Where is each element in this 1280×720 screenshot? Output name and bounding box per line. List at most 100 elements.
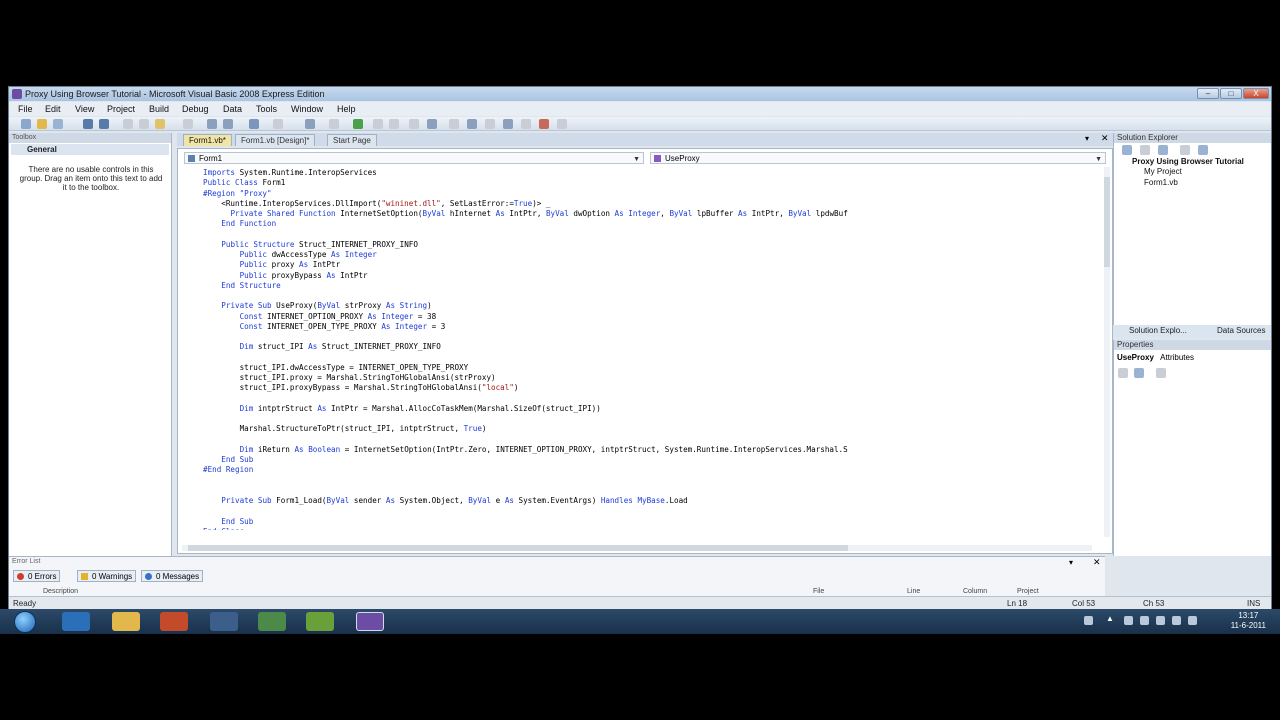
warnings-filter-button[interactable]: 0 Warnings [77,570,137,582]
alphabetical-icon[interactable] [1134,368,1144,378]
method-name-dropdown[interactable]: UseProxy ▼ [650,152,1106,164]
maximize-button[interactable]: □ [1220,88,1242,99]
solution-item-my-project[interactable]: My Project [1144,167,1182,176]
categorized-icon[interactable] [1118,368,1128,378]
code-line[interactable]: #Region "Proxy" [203,189,272,199]
properties-icon[interactable] [1122,145,1132,155]
app-icon[interactable] [210,612,238,631]
refresh-icon[interactable] [1158,145,1168,155]
open-file-icon[interactable] [37,119,47,129]
menu-project[interactable]: Project [107,104,135,114]
errors-filter-button[interactable]: 0 Errors [13,570,61,582]
menu-build[interactable]: Build [149,104,169,114]
volume-icon[interactable] [1188,616,1197,625]
menu-view[interactable]: View [75,104,94,114]
code-line[interactable]: Private Sub Form1_Load(ByVal sender As S… [203,496,687,506]
column-file[interactable]: File [813,588,824,595]
menu-file[interactable]: File [18,104,33,114]
recorder-app-icon[interactable] [306,612,334,631]
solution-item-form1[interactable]: Form1.vb [1144,178,1178,187]
code-line[interactable]: End Class [203,527,244,530]
toolbox-icon[interactable] [485,119,495,129]
show-all-files-icon[interactable] [1140,145,1150,155]
messages-filter-button[interactable]: 0 Messages [141,570,204,582]
close-panel-icon[interactable]: ✕ [1093,557,1101,568]
code-line[interactable]: Const INTERNET_OPEN_TYPE_PROXY As Intege… [203,322,446,332]
properties-title[interactable]: Properties [1114,340,1271,350]
visual-basic-taskbar-icon[interactable] [356,612,384,631]
solution-project-node[interactable]: Proxy Using Browser Tutorial [1132,157,1244,166]
code-line[interactable]: Dim iReturn As Boolean = InternetSetOpti… [203,445,848,455]
explorer-folder-icon[interactable] [112,612,140,631]
show-hidden-icons-icon[interactable]: ▲ [1106,614,1115,623]
view-code-icon[interactable] [1180,145,1190,155]
title-bar[interactable]: Proxy Using Browser Tutorial - Microsoft… [9,87,1271,101]
solution-explorer-icon[interactable] [427,119,437,129]
minimize-button[interactable]: – [1197,88,1219,99]
navigate-forward-icon[interactable] [329,119,339,129]
stop-debugging-icon[interactable] [389,119,399,129]
view-designer-icon[interactable] [1198,145,1208,155]
column-column[interactable]: Column [963,588,987,595]
paste-icon[interactable] [155,119,165,129]
code-line[interactable]: End Function [203,219,276,229]
cut-icon[interactable] [123,119,133,129]
undo-icon[interactable] [249,119,259,129]
code-line[interactable]: Private Sub UseProxy(ByVal strProxy As S… [203,301,431,311]
code-line[interactable]: Dim intptrStruct As IntPtr = Marshal.All… [203,404,601,414]
menu-data[interactable]: Data [223,104,242,114]
options-icon[interactable] [521,119,531,129]
menu-edit[interactable]: Edit [45,104,61,114]
new-project-icon[interactable] [21,119,31,129]
code-line[interactable]: struct_IPI.proxyBypass = Marshal.StringT… [203,383,519,393]
code-line[interactable]: struct_IPI.dwAccessType = INTERNET_OPEN_… [203,363,469,373]
code-text-area[interactable]: Imports System.Runtime.InteropServices Pu… [203,168,1098,530]
save-icon[interactable] [83,119,93,129]
code-line[interactable]: struct_IPI.proxy = Marshal.StringToHGlob… [203,373,496,383]
start-debugging-icon[interactable] [353,119,363,129]
solution-explorer-title[interactable]: Solution Explorer [1114,133,1271,143]
class-name-dropdown[interactable]: Form1 ▼ [184,152,644,164]
navigate-back-icon[interactable] [305,119,315,129]
tab-data-sources[interactable]: Data Sources [1217,326,1265,335]
save-all-icon[interactable] [99,119,109,129]
tab-form1-design[interactable]: Form1.vb [Design]* [235,134,316,146]
menu-help[interactable]: Help [337,104,356,114]
code-line[interactable]: <Runtime.InteropServices.DllImport("wini… [203,199,550,209]
close-button[interactable]: X [1243,88,1269,99]
code-line[interactable]: Public proxyBypass As IntPtr [203,271,368,281]
menu-window[interactable]: Window [291,104,323,114]
toolbox-group-general[interactable]: General [11,144,169,155]
comment-icon[interactable] [207,119,217,129]
find-icon[interactable] [183,119,193,129]
add-item-icon[interactable] [53,119,63,129]
property-pages-icon[interactable] [1156,368,1166,378]
copy-icon[interactable] [139,119,149,129]
code-line[interactable]: Imports System.Runtime.InteropServices [203,168,377,178]
error-list-icon[interactable] [503,119,513,129]
close-tab-icon[interactable]: ✕ [1101,133,1109,144]
scroll-thumb[interactable] [188,545,848,551]
system-clock[interactable]: 13:17 11-6-2011 [1231,611,1266,631]
column-project[interactable]: Project [1017,588,1039,595]
code-line[interactable]: Public Structure Struct_INTERNET_PROXY_I… [203,240,418,250]
object-browser-icon[interactable] [467,119,477,129]
menu-debug[interactable]: Debug [182,104,209,114]
properties-object-selector[interactable]: UseProxy Attributes [1117,353,1267,364]
tab-start-page[interactable]: Start Page [327,134,377,146]
code-line[interactable]: #End Region [203,465,253,475]
horizontal-scrollbar[interactable] [182,545,1092,551]
display-icon[interactable] [1156,616,1165,625]
tab-solution-explorer[interactable]: Solution Explo... [1129,326,1187,335]
properties-window-icon[interactable] [449,119,459,129]
error-list-title[interactable]: Error List [12,558,40,565]
tab-form1-code[interactable]: Form1.vb* [183,134,232,146]
network-icon[interactable] [1140,616,1149,625]
column-line[interactable]: Line [907,588,920,595]
menu-tools[interactable]: Tools [256,104,277,114]
pin-icon[interactable]: ▾ [1069,558,1073,567]
battery-icon[interactable] [1172,616,1181,625]
media-player-icon[interactable] [160,612,188,631]
code-line[interactable]: Private Shared Function InternetSetOptio… [203,209,847,219]
code-line[interactable]: Public Class Form1 [203,178,285,188]
